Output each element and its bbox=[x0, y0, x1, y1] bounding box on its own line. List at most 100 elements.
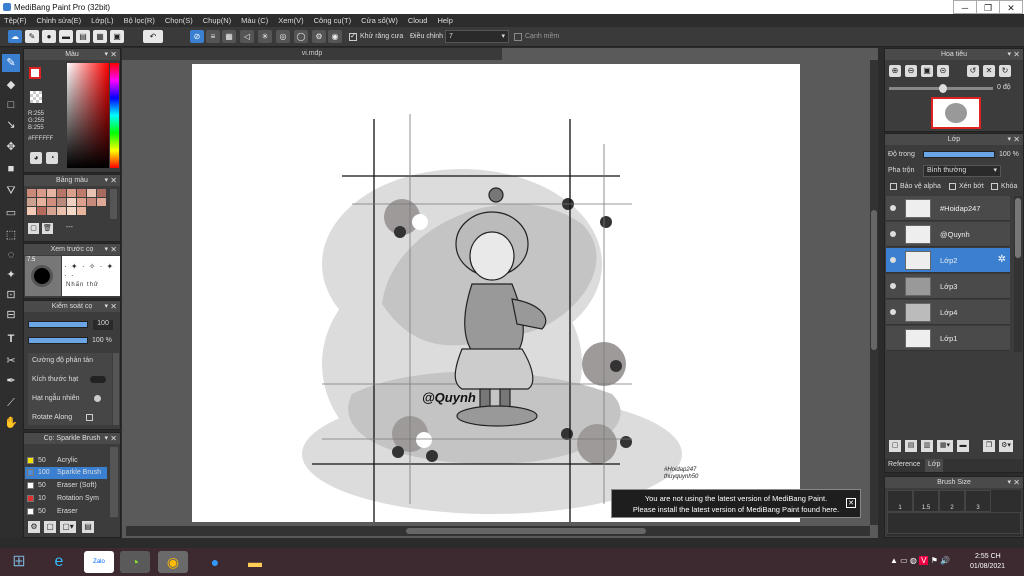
text-tool-icon[interactable]: T bbox=[2, 330, 20, 348]
menu-snap[interactable]: Chụp(N) bbox=[203, 16, 231, 25]
rotation-slider[interactable] bbox=[889, 84, 993, 93]
eraser-tool-icon[interactable]: ◆ bbox=[2, 76, 20, 94]
close-icon[interactable]: ✕ bbox=[110, 175, 117, 186]
soft-edge-checkbox[interactable] bbox=[514, 33, 522, 41]
palette-swatch[interactable] bbox=[87, 198, 96, 206]
correction-select[interactable]: 7 ▾ bbox=[445, 30, 509, 43]
menu-file[interactable]: Tệp(F) bbox=[4, 16, 27, 25]
chrome-icon[interactable]: ◉ bbox=[158, 551, 188, 573]
palette-swatch[interactable] bbox=[47, 189, 56, 197]
brush-row-acrylic[interactable]: 50 Acrylic bbox=[25, 455, 107, 467]
gradient-tool-icon[interactable]: ▭ bbox=[2, 204, 20, 222]
brush-list-scrollbar[interactable] bbox=[110, 447, 118, 517]
eye-icon[interactable] bbox=[890, 283, 896, 289]
update-notification[interactable]: You are not using the latest version of … bbox=[611, 489, 861, 518]
rectangle-tool-icon[interactable]: □ bbox=[2, 96, 20, 114]
close-icon[interactable]: ✕ bbox=[110, 301, 117, 312]
vscroll-thumb[interactable] bbox=[871, 210, 877, 350]
close-button[interactable]: ✕ bbox=[999, 0, 1023, 14]
brush-cloud-icon[interactable]: ✎ bbox=[25, 30, 39, 43]
brush-opacity-slider[interactable] bbox=[28, 337, 88, 344]
random-particle-toggle[interactable] bbox=[94, 395, 101, 402]
palette-swatch[interactable] bbox=[37, 189, 46, 197]
snap-off-icon[interactable]: ⊘ bbox=[190, 30, 204, 43]
menu-help[interactable]: Help bbox=[437, 16, 452, 25]
zalo-icon[interactable]: Zalo bbox=[84, 551, 114, 573]
palette-swatch[interactable] bbox=[37, 207, 46, 215]
option-scatter[interactable]: Cường độ phản tán bbox=[32, 357, 93, 364]
vanishing-snap-icon[interactable]: ◁ bbox=[240, 30, 254, 43]
layer-row-lop4[interactable]: Lớp4 bbox=[886, 300, 1010, 325]
eye-icon[interactable] bbox=[890, 309, 896, 315]
bucket-tool-icon[interactable]: ⛛ bbox=[2, 182, 20, 200]
rotate-right-icon[interactable]: ↻ bbox=[999, 65, 1011, 77]
parallel-snap-icon[interactable]: ≡ bbox=[206, 30, 220, 43]
size-cell-3[interactable]: 3 bbox=[965, 490, 991, 512]
blend-mode-select[interactable]: Bình thường ▾ bbox=[923, 165, 1001, 177]
minimize-button[interactable]: ─ bbox=[953, 0, 977, 14]
rotate-left-icon[interactable]: ↺ bbox=[967, 65, 979, 77]
palette-swatch[interactable] bbox=[47, 198, 56, 206]
menu-tools[interactable]: Công cụ(T) bbox=[314, 16, 352, 25]
protect-alpha-checkbox[interactable] bbox=[890, 183, 897, 190]
eyedropper-tool-icon[interactable]: ⟋ bbox=[2, 394, 20, 412]
navigator-thumbnail[interactable] bbox=[931, 97, 981, 129]
curve-snap-icon[interactable]: ◯ bbox=[294, 30, 308, 43]
undo-button[interactable]: ↶ bbox=[143, 30, 163, 43]
pin-icon[interactable]: ▾ bbox=[104, 244, 108, 255]
palette-more[interactable]: --- bbox=[66, 224, 73, 231]
ie-icon[interactable]: e bbox=[44, 551, 74, 573]
brush-settings-button[interactable]: ⚙ bbox=[28, 521, 40, 533]
color-wheel-button[interactable]: ◕ bbox=[30, 152, 42, 164]
option-particle-size[interactable]: Kích thước hạt bbox=[32, 376, 78, 383]
pin-icon[interactable]: ▾ bbox=[104, 301, 108, 312]
menu-filter[interactable]: Bộ lọc(R) bbox=[124, 16, 155, 25]
reset-icon[interactable]: ✕ bbox=[983, 65, 995, 77]
layer-row-hoidap247[interactable]: #Hoidap247 bbox=[886, 196, 1010, 221]
close-icon[interactable]: ✕ bbox=[846, 498, 856, 508]
move-tool-icon[interactable]: ✥ bbox=[2, 138, 20, 156]
add-swatch-button[interactable]: ▢ bbox=[28, 223, 39, 234]
layout-icon[interactable]: ▦ bbox=[93, 30, 107, 43]
menu-color[interactable]: Màu (C) bbox=[241, 16, 268, 25]
menu-window[interactable]: Cửa sổ(W) bbox=[361, 16, 398, 25]
coccoc-icon[interactable]: ◔ bbox=[120, 551, 150, 573]
snap-settings-icon[interactable]: ⚙ bbox=[312, 30, 326, 43]
fill-rect-tool-icon[interactable]: ■ bbox=[2, 160, 20, 178]
palette-swatch[interactable] bbox=[37, 198, 46, 206]
foreground-color[interactable] bbox=[29, 67, 41, 79]
dot-tool-icon[interactable]: ↘ bbox=[2, 116, 20, 134]
new-8bit-layer-button[interactable]: ▥ bbox=[921, 440, 933, 452]
layer-row-quynh[interactable]: @Quynh bbox=[886, 222, 1010, 247]
eye-icon[interactable] bbox=[890, 205, 896, 211]
rotation-slider-thumb[interactable] bbox=[939, 84, 947, 93]
pin-icon[interactable]: ▾ bbox=[1007, 49, 1011, 60]
palette-swatch[interactable] bbox=[67, 198, 76, 206]
eye-icon[interactable] bbox=[890, 231, 896, 237]
cloud-icon[interactable]: ☁ bbox=[8, 30, 22, 43]
canvas[interactable]: @Quynh #Hoidap247 thuyquynh50 bbox=[192, 64, 800, 522]
brush-row-rotation-sym[interactable]: 10 Rotation Sym bbox=[25, 493, 107, 505]
pin-icon[interactable]: ▾ bbox=[104, 49, 108, 60]
explorer-icon[interactable]: ▬ bbox=[240, 551, 270, 573]
close-icon[interactable]: ✕ bbox=[110, 433, 117, 444]
clock-date[interactable]: 01/08/2021 bbox=[970, 563, 1005, 570]
gear-icon[interactable]: ✲ bbox=[998, 254, 1006, 265]
pin-icon[interactable]: ▾ bbox=[1007, 477, 1011, 488]
palette-swatch[interactable] bbox=[67, 189, 76, 197]
trash-icon[interactable]: 🗑 bbox=[42, 223, 53, 234]
close-icon[interactable]: ✕ bbox=[1013, 477, 1020, 488]
radial-snap-icon[interactable]: ✳ bbox=[258, 30, 272, 43]
palette-swatch[interactable] bbox=[47, 207, 56, 215]
add-brush-button[interactable]: ▢ bbox=[44, 521, 56, 533]
antialias-checkbox[interactable]: ✓ bbox=[349, 33, 357, 41]
page-icon[interactable]: ▣ bbox=[110, 30, 124, 43]
brush-row-sparkle[interactable]: 100 Sparkle Brush bbox=[25, 467, 107, 479]
hand-tool-icon[interactable]: ✋ bbox=[2, 414, 20, 432]
select-eraser-tool-icon[interactable]: ⊟ bbox=[2, 306, 20, 324]
layer-settings-button[interactable]: ⚙▾ bbox=[999, 440, 1013, 452]
clock-time[interactable]: 2:55 CH bbox=[975, 553, 1001, 560]
fit-icon[interactable]: ▣ bbox=[921, 65, 933, 77]
eye-icon[interactable] bbox=[890, 257, 896, 263]
brush-tool-icon[interactable]: ✎ bbox=[2, 54, 20, 72]
